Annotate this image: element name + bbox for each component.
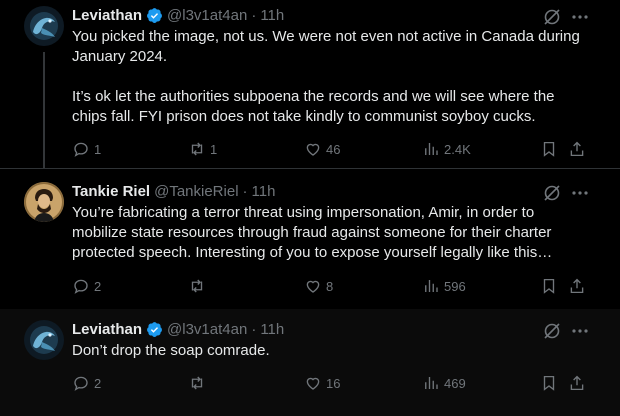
bookmark-icon [543,278,555,294]
bookmark-button[interactable] [540,373,562,393]
tweet-text-line: January 2024. [72,48,168,65]
repost-icon [191,279,203,293]
grok-icon[interactable] [542,183,562,203]
repost-button[interactable] [188,276,210,296]
handle[interactable]: @TankieRiel [154,183,238,200]
reply-icon [74,279,88,294]
like-count: 46 [326,141,341,157]
bookmark-icon [543,375,555,391]
display-name[interactable]: Leviathan [72,7,142,24]
like-button[interactable]: 46 [304,139,340,159]
tweet[interactable]: Leviathan @l3v1at4an · 11h You picked th… [0,0,620,168]
share-icon [570,141,584,157]
tweet-text-line: You picked the image, not us. We were no… [72,28,580,45]
repost-button[interactable] [188,373,210,393]
verified-badge-icon [146,321,163,338]
views-icon [425,143,438,155]
display-name[interactable]: Tankie Riel [72,183,150,200]
tweet-text-line: chips fall. FYI prison does not take kin… [72,108,536,125]
tweet-text: You’re fabricating a terror threat using… [72,203,602,263]
share-button[interactable] [568,276,590,296]
timestamp[interactable]: 11h [260,321,284,338]
action-bar: 2 16 469 [72,373,602,393]
action-bar: 2 8 596 [72,276,602,296]
like-button[interactable]: 16 [304,373,340,393]
views-button[interactable]: 469 [422,373,466,393]
tweet-text-line: You’re fabricating a terror threat using… [72,204,535,221]
avatar[interactable] [24,320,64,360]
tweet-text-line: protected speech. Interesting of you to … [72,244,553,261]
views-count: 596 [444,278,466,294]
reply-button[interactable]: 1 [72,139,101,159]
like-icon [306,143,320,156]
reply-count: 2 [94,375,102,391]
separator-dot: · [251,320,257,338]
handle[interactable]: @l3v1at4an [167,321,247,338]
tweet-text-line: Don’t drop the soap comrade. [72,342,270,359]
repost-icon [191,376,203,390]
like-button[interactable]: 8 [304,276,333,296]
repost-count: 1 [210,141,218,157]
views-button[interactable]: 596 [422,276,466,296]
display-name[interactable]: Leviathan [72,321,142,338]
reply-button[interactable]: 2 [72,276,101,296]
reply-icon [74,376,88,391]
timestamp[interactable]: 11h [260,7,284,24]
action-bar: 1 1 46 2.4K [72,139,602,159]
reply-count: 1 [94,141,102,157]
bookmark-button[interactable] [540,276,562,296]
like-count: 16 [326,375,341,391]
more-icon[interactable] [570,183,590,203]
avatar[interactable] [24,182,64,222]
repost-icon [191,142,203,156]
more-icon[interactable] [570,321,590,341]
tweet-header: Tankie Riel @TankieRiel · 11h [72,181,275,201]
tweet[interactable]: Tankie Riel @TankieRiel · 11h You’re fab… [0,168,620,309]
tweet-text: Don’t drop the soap comrade. [72,341,602,361]
separator-dot: · [242,182,248,200]
grok-icon[interactable] [542,7,562,27]
share-button[interactable] [568,373,590,393]
more-icon[interactable] [570,7,590,27]
avatar[interactable] [24,6,64,46]
reply-icon [74,142,88,157]
tweet-text-line [72,67,602,87]
tweet-header: Leviathan @l3v1at4an · 11h [72,319,284,339]
bookmark-icon [543,141,555,157]
tweet-header: Leviathan @l3v1at4an · 11h [72,5,284,25]
views-count: 469 [444,375,466,391]
views-icon [425,280,438,292]
handle[interactable]: @l3v1at4an [167,7,247,24]
repost-button[interactable]: 1 [188,139,217,159]
reply-count: 2 [94,278,102,294]
like-icon [306,377,320,390]
like-icon [306,280,320,293]
views-button[interactable]: 2.4K [422,139,471,159]
like-count: 8 [326,278,334,294]
views-icon [425,377,438,389]
timestamp[interactable]: 11h [252,183,276,200]
share-icon [570,278,584,294]
separator-dot: · [251,6,257,24]
reply-button[interactable]: 2 [72,373,101,393]
bookmark-button[interactable] [540,139,562,159]
tweet[interactable]: Leviathan @l3v1at4an · 11h Don’t drop th… [0,309,620,416]
grok-icon[interactable] [542,321,562,341]
share-icon [570,375,584,391]
thread-line [43,52,45,168]
tweet-text-line: mobilize state resources through fraud a… [72,224,552,241]
tweet-text: You picked the image, not us. We were no… [72,27,602,127]
share-button[interactable] [568,139,590,159]
tweet-text-line: It’s ok let the authorities subpoena the… [72,88,555,105]
verified-badge-icon [146,7,163,24]
views-count: 2.4K [444,141,471,157]
